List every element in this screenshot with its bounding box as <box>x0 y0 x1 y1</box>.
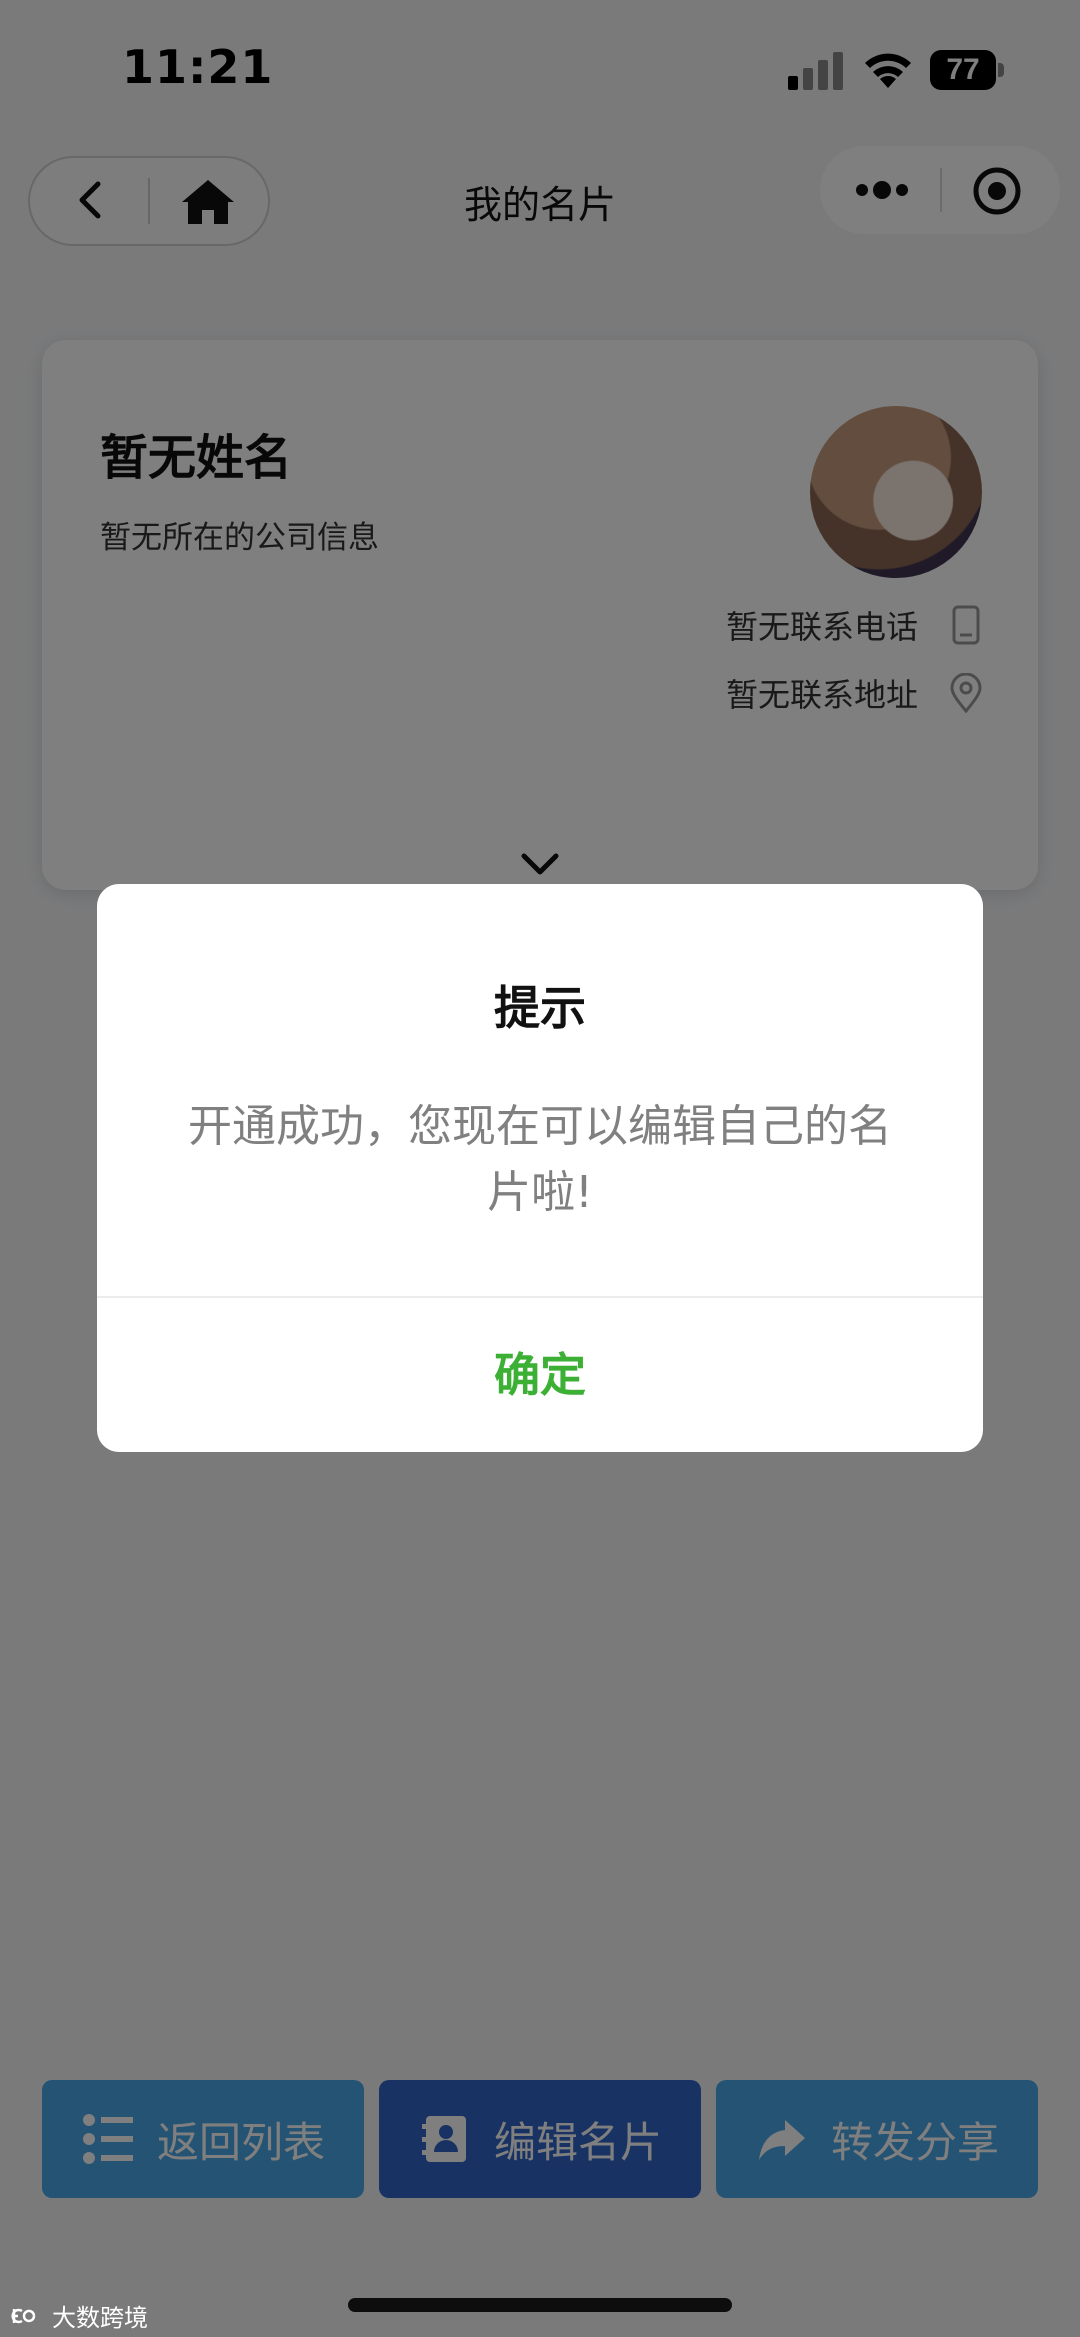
watermark: 大数跨境 <box>10 2298 148 2333</box>
alert-dialog: 提示 开通成功，您现在可以编辑自己的名片啦! 确定 <box>97 884 983 1452</box>
watermark-logo-icon <box>11 2308 36 2323</box>
dialog-title: 提示 <box>494 981 586 1035</box>
dialog-message: 开通成功，您现在可以编辑自己的名片啦! <box>188 1101 892 1218</box>
watermark-text: 大数跨境 <box>52 2304 148 2332</box>
dialog-confirm-button[interactable]: 确定 <box>97 1298 983 1452</box>
